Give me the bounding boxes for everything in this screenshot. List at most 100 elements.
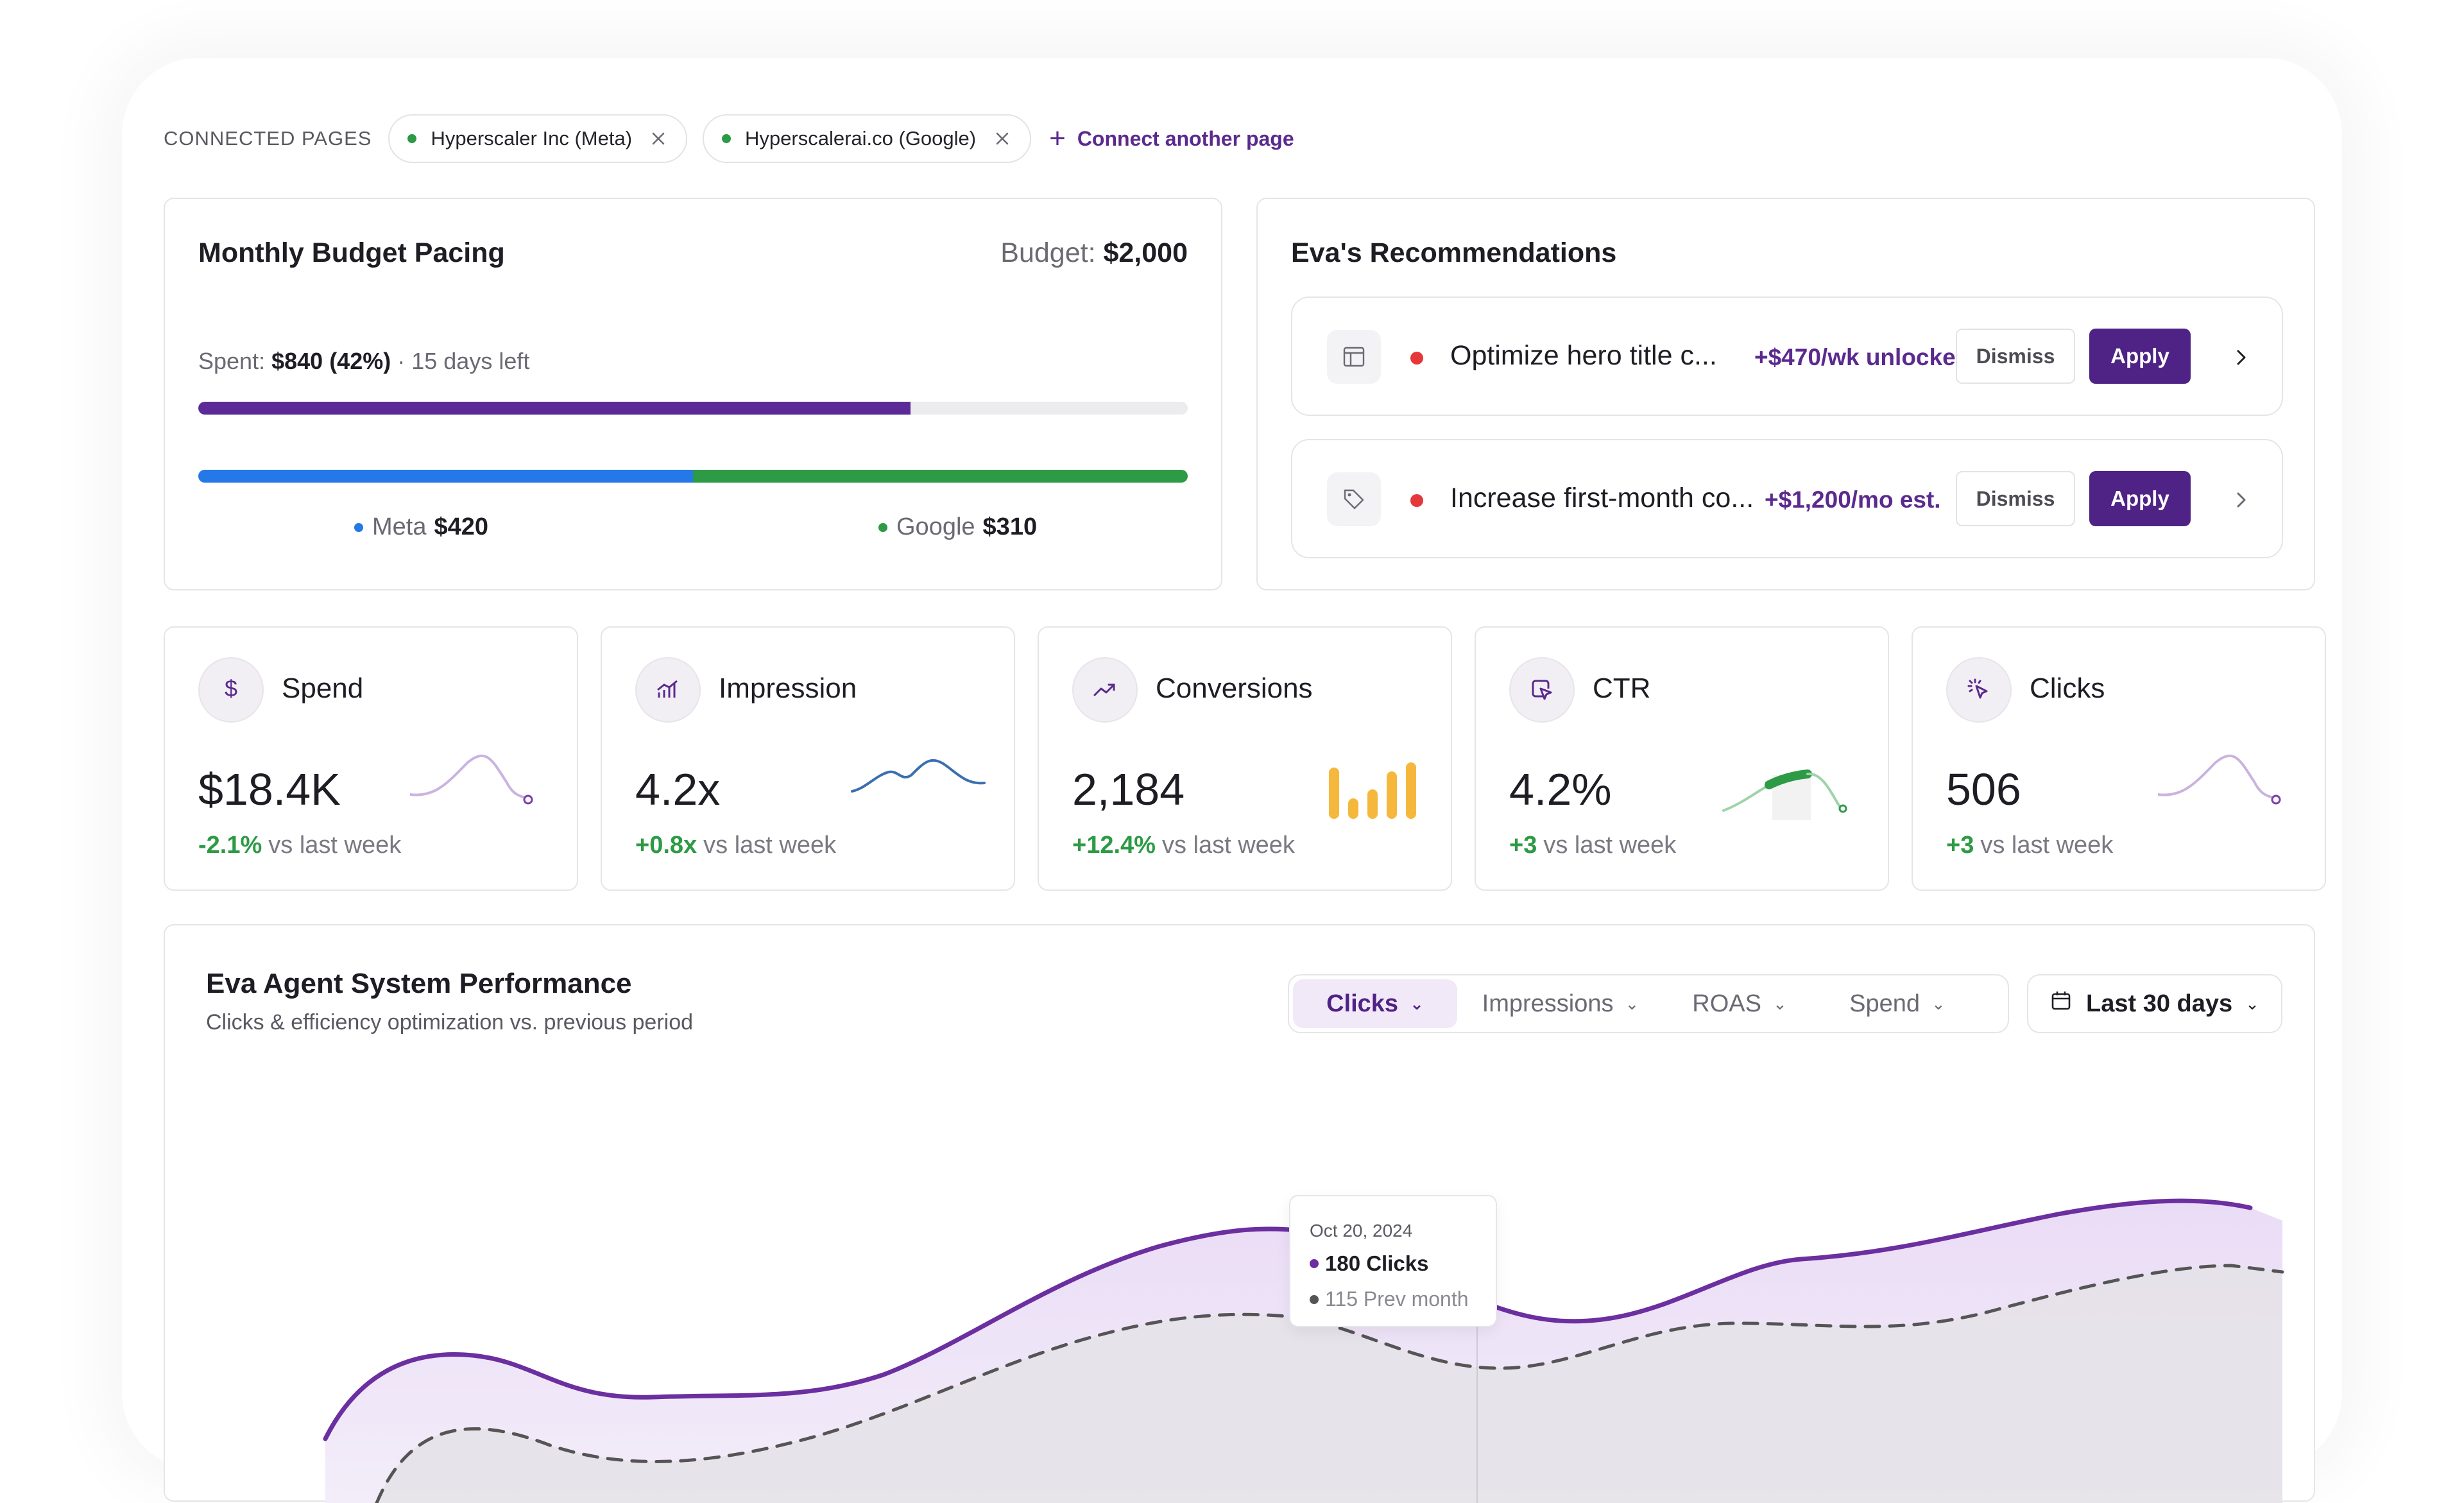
metric-delta: +3 vs last week <box>1946 832 2113 859</box>
metric-delta: +0.8x vs last week <box>635 832 836 859</box>
sparkline <box>410 754 533 805</box>
delta-value: +3 <box>1509 832 1537 859</box>
dollar-icon: $ <box>198 657 264 723</box>
tab-label: Spend <box>1849 990 1921 1017</box>
dismiss-button[interactable]: Dismiss <box>1956 471 2075 526</box>
metric-value: $18.4K <box>198 764 341 814</box>
delta-value: -2.1% <box>198 832 262 859</box>
days-left: · 15 days left <box>397 348 530 374</box>
calendar-icon <box>2050 990 2072 1018</box>
metric-name: CTR <box>1593 673 1651 704</box>
tab-label: Clicks <box>1326 990 1399 1017</box>
chevron-right-icon[interactable] <box>2225 341 2257 374</box>
tab-impressions[interactable]: Impressions ⌄ <box>1457 979 1664 1028</box>
recommendation-item[interactable]: Optimize hero title c... +$470/wk unlock… <box>1291 296 2283 416</box>
section-subtitle: Clicks & efficiency optimization vs. pre… <box>206 1010 694 1035</box>
channel-split-bar <box>198 470 1188 483</box>
svg-text:$: $ <box>225 675 237 701</box>
delta-suffix: vs last week <box>1543 832 1677 859</box>
click-icon <box>1946 657 2012 723</box>
recommendation-item[interactable]: Increase first-month co... +$1,200/mo es… <box>1291 439 2283 558</box>
legend-google: Google $310 <box>878 513 1037 541</box>
tab-label: ROAS <box>1692 990 1761 1017</box>
google-dot <box>878 522 887 532</box>
tab-roas[interactable]: ROAS ⌄ <box>1664 979 1815 1028</box>
budget-pacing-card: Monthly Budget Pacing Budget: $2,000 Spe… <box>164 198 1222 590</box>
metric-value: 4.2x <box>635 764 721 814</box>
chevron-down-icon: ⌄ <box>1931 993 1946 1013</box>
recommendations-card: Eva's Recommendations Optimize hero titl… <box>1256 198 2315 590</box>
metric-card-clicks[interactable]: Clicks 506 +3 vs last week <box>1912 626 2326 891</box>
connect-page-button[interactable]: + Connect another page <box>1049 125 1294 153</box>
tab-label: Impressions <box>1482 990 1614 1017</box>
pacing-progress-bar <box>198 402 1188 415</box>
legend-label: Google <box>896 513 975 540</box>
delta-suffix: vs last week <box>268 832 402 859</box>
tooltip-current: 180 Clicks <box>1310 1251 1428 1276</box>
legend-value: $420 <box>434 513 489 540</box>
spent-label: Spent: <box>198 348 266 374</box>
tab-clicks[interactable]: Clicks ⌄ <box>1293 979 1457 1028</box>
chevron-right-icon[interactable] <box>2225 484 2257 516</box>
metric-card-impression[interactable]: Impression 4.2x +0.8x vs last week <box>601 626 1015 891</box>
budget-total: Budget: $2,000 <box>1000 237 1188 269</box>
delta-suffix: vs last week <box>1161 832 1295 859</box>
connected-pages-bar: CONNECTED PAGES Hyperscaler Inc (Meta) H… <box>164 113 1294 164</box>
sparkline <box>1722 769 1847 820</box>
priority-dot <box>1410 494 1423 507</box>
metric-card-spend[interactable]: $ Spend $18.4K -2.1% vs last week <box>164 626 578 891</box>
sparkline <box>851 759 986 793</box>
status-dot <box>407 134 417 143</box>
pacing-progress-fill <box>198 402 911 415</box>
connected-page-name: Hyperscaler Inc (Meta) <box>431 127 633 150</box>
metric-card-ctr[interactable]: CTR 4.2% +3 vs last week <box>1475 626 1889 891</box>
status-dot <box>722 134 732 143</box>
performance-card: Eva Agent System Performance Clicks & ef… <box>164 924 2315 1503</box>
metric-name: Conversions <box>1156 673 1313 704</box>
card-title: Monthly Budget Pacing <box>198 237 505 268</box>
chevron-down-icon: ⌄ <box>1625 993 1639 1013</box>
close-icon[interactable] <box>649 129 668 148</box>
spent-summary: Spent: $840 (42%) · 15 days left <box>198 348 529 375</box>
dismiss-button[interactable]: Dismiss <box>1956 329 2075 384</box>
plus-icon: + <box>1049 123 1066 154</box>
meta-dot <box>354 522 363 532</box>
delta-suffix: vs last week <box>703 832 837 859</box>
budget-value: $2,000 <box>1103 237 1188 268</box>
bar-chart-icon <box>635 657 701 723</box>
legend-meta: Meta $420 <box>354 513 488 541</box>
card-title: Eva's Recommendations <box>1291 237 1617 268</box>
cursor-box-icon <box>1509 657 1575 723</box>
metric-card-conversions[interactable]: Conversions 2,184 +12.4% vs last week <box>1038 626 1452 891</box>
legend-label: Meta <box>372 513 427 540</box>
chevron-down-icon: ⌄ <box>1772 993 1787 1013</box>
google-split-segment <box>693 470 1188 483</box>
date-range-select[interactable]: Last 30 days ⌄ <box>2027 974 2282 1033</box>
metric-delta: +12.4% vs last week <box>1072 832 1295 859</box>
connect-page-label: Connect another page <box>1077 126 1294 150</box>
delta-value: +0.8x <box>635 832 697 859</box>
recommendation-gain: +$1,200/mo est. <box>1765 486 1941 513</box>
connected-page-chip-google[interactable]: Hyperscalerai.co (Google) <box>703 114 1032 163</box>
chevron-down-icon: ⌄ <box>2245 993 2259 1013</box>
delta-value: +12.4% <box>1072 832 1156 859</box>
connected-pages-label: CONNECTED PAGES <box>164 127 372 150</box>
tab-spend[interactable]: Spend ⌄ <box>1815 979 1980 1028</box>
recommendation-gain: +$470/wk unlocked <box>1754 344 1971 370</box>
metric-delta: -2.1% vs last week <box>198 832 401 859</box>
metric-value: 2,184 <box>1072 764 1185 814</box>
apply-button[interactable]: Apply <box>2089 471 2191 526</box>
tag-icon <box>1327 472 1381 526</box>
trend-up-icon <box>1072 657 1138 723</box>
metric-value: 506 <box>1946 764 2021 814</box>
connected-page-name: Hyperscalerai.co (Google) <box>745 127 977 150</box>
apply-button[interactable]: Apply <box>2089 329 2191 384</box>
priority-dot <box>1410 352 1423 365</box>
chevron-down-icon: ⌄ <box>1410 993 1424 1013</box>
close-icon[interactable] <box>993 129 1012 148</box>
metric-name: Impression <box>719 673 857 704</box>
meta-split-segment <box>198 470 693 483</box>
connected-page-chip-meta[interactable]: Hyperscaler Inc (Meta) <box>388 114 688 163</box>
budget-label: Budget: <box>1000 237 1096 268</box>
current-period-line <box>323 1198 2253 1441</box>
